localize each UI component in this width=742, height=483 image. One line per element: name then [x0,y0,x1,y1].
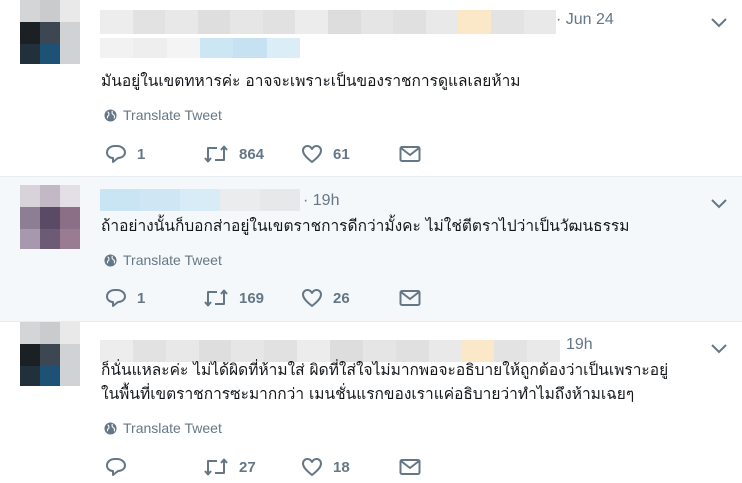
reply-icon [106,458,126,476]
heart-icon [302,458,322,476]
retweet-button[interactable]: 864 [203,144,301,164]
translate-label: Translate Tweet [123,252,222,268]
retweet-count: 169 [239,289,265,307]
retweet-icon [204,458,228,476]
retweet-button[interactable]: 169 [203,288,301,308]
reply-icon [106,289,126,307]
envelope-icon [399,459,421,475]
globe-icon [104,421,117,435]
like-button[interactable]: 61 [301,144,399,164]
tweet-actions: 1 169 26 [105,286,421,310]
tweet-text: ก็นั่นแหละค่ะ ไม่ได้ผิดที่ห้ามใส่ ผิดที่… [101,361,669,403]
avatar[interactable] [20,322,100,386]
translate-label: Translate Tweet [123,420,222,436]
tweet-text: ถ้าอย่างนั้นก็บอกส่าอยู่ในเขตราชการดีกว่… [101,217,630,235]
tweet-timestamp[interactable]: 19h [566,336,593,354]
reply-button[interactable]: 1 [105,144,203,164]
display-name-blurred[interactable] [100,10,556,34]
globe-icon [104,253,117,267]
tweet[interactable]: · 19h ถ้าอย่างนั้นก็บอกส่าอยู่ในเขตราชกา… [0,176,742,322]
like-button[interactable]: 26 [301,288,399,308]
retweet-button[interactable]: 27 [203,457,301,477]
tweet[interactable]: 19h ก็นั่นแหละค่ะ ไม่ได้ผิดที่ห้ามใส่ ผิ… [0,321,742,483]
avatar[interactable] [20,0,100,64]
like-count: 18 [333,458,350,476]
translate-tweet-link[interactable]: Translate Tweet [104,107,222,123]
chevron-down-icon[interactable] [710,198,728,210]
heart-icon [302,289,322,307]
retweet-icon [204,289,228,307]
handle-blurred[interactable] [100,38,300,58]
avatar[interactable] [20,185,100,249]
chevron-down-icon[interactable] [710,17,728,29]
tweet-actions: 1 864 61 [105,142,421,166]
retweet-count: 27 [239,458,256,476]
reply-icon [106,145,126,163]
direct-message-button[interactable] [399,145,421,163]
heart-icon [302,145,322,163]
reply-button[interactable] [105,457,203,477]
tweet-actions: 27 18 [105,455,421,479]
translate-label: Translate Tweet [123,107,222,123]
globe-icon [104,108,117,122]
like-count: 26 [333,289,350,307]
retweet-icon [204,145,228,163]
translate-tweet-link[interactable]: Translate Tweet [104,420,222,436]
translate-tweet-link[interactable]: Translate Tweet [104,252,222,268]
envelope-icon [399,146,421,162]
reply-button[interactable]: 1 [105,288,203,308]
tweet-timestamp[interactable]: · 19h [303,192,339,210]
tweet-timestamp[interactable]: · Jun 24 [556,11,614,29]
retweet-count: 864 [239,145,265,163]
direct-message-button[interactable] [399,458,421,476]
envelope-icon [399,290,421,306]
like-button[interactable]: 18 [301,457,399,477]
chevron-down-icon[interactable] [710,343,728,355]
tweet[interactable]: · Jun 24 มันอยู่ในเขตทหารค่ะ อาจจะเพราะเ… [0,0,742,176]
reply-count: 1 [137,145,146,163]
tweet-text: มันอยู่ในเขตทหารค่ะ อาจจะเพราะเป็นของราช… [101,72,521,90]
display-name-blurred[interactable] [100,189,300,211]
reply-count: 1 [137,289,146,307]
direct-message-button[interactable] [399,289,421,307]
like-count: 61 [333,145,350,163]
